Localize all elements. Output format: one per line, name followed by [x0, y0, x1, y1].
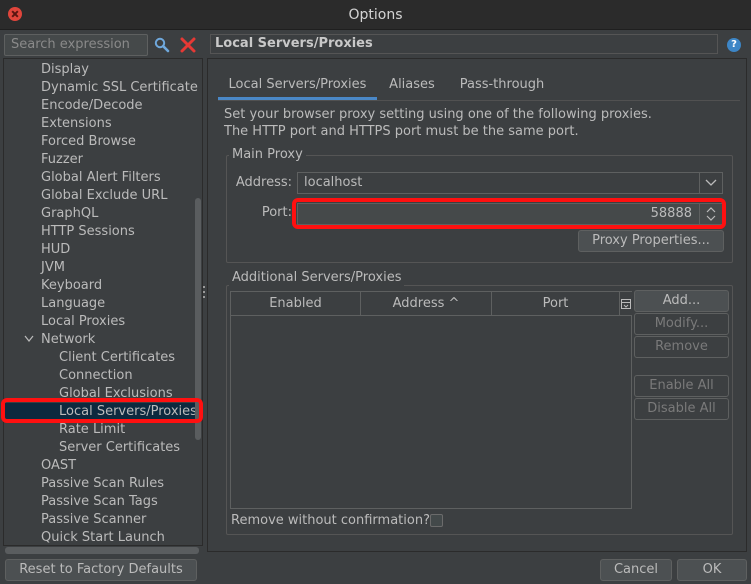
- tab-local-servers-proxies[interactable]: Local Servers/Proxies: [218, 72, 377, 100]
- split-pane-handle[interactable]: [202, 286, 206, 302]
- tree-item[interactable]: Server Certificates: [59, 439, 180, 457]
- port-label: Port:: [261, 205, 292, 220]
- column-chooser-icon[interactable]: [620, 292, 632, 316]
- enable-all-button[interactable]: Enable All: [634, 375, 729, 397]
- tree-item[interactable]: Network: [41, 331, 95, 349]
- tree-item[interactable]: Global Exclude URL: [41, 187, 167, 205]
- options-tree[interactable]: Display Dynamic SSL Certificate Encode/Dec…: [3, 58, 203, 546]
- remove-without-confirmation-checkbox[interactable]: [430, 514, 443, 527]
- window-title: Options: [348, 7, 403, 23]
- expand-chevron-icon[interactable]: [24, 335, 34, 346]
- tree-item[interactable]: HUD: [41, 241, 70, 259]
- tree-item[interactable]: Language: [41, 295, 105, 313]
- tree-item[interactable]: Encode/Decode: [41, 97, 143, 115]
- selected-item-highlight: [1, 398, 203, 423]
- description-line-2: The HTTP port and HTTPS port must be the…: [224, 124, 579, 139]
- address-value: localhost: [304, 175, 363, 190]
- remove-button[interactable]: Remove: [634, 336, 729, 358]
- column-address[interactable]: Address ^: [361, 292, 492, 316]
- address-label: Address:: [235, 175, 292, 190]
- address-combobox[interactable]: localhost: [297, 172, 723, 194]
- tree-horizontal-scrollbar[interactable]: [5, 547, 199, 554]
- tab-divider: [218, 100, 740, 101]
- tree-item[interactable]: Passive Scan Rules: [41, 475, 164, 493]
- tree-item[interactable]: Fuzzer: [41, 151, 83, 169]
- tree-item[interactable]: Global Alert Filters: [41, 169, 161, 187]
- panel-title: Local Servers/Proxies: [210, 34, 718, 54]
- proxy-properties-button[interactable]: Proxy Properties...: [578, 230, 724, 252]
- tab-aliases[interactable]: Aliases: [381, 72, 443, 100]
- reset-to-factory-defaults-button[interactable]: Reset to Factory Defaults: [5, 559, 197, 581]
- tree-item[interactable]: Client Certificates: [59, 349, 175, 367]
- cancel-button[interactable]: Cancel: [600, 559, 672, 581]
- main-proxy-label: Main Proxy: [229, 147, 306, 163]
- add-button[interactable]: Add...: [634, 290, 729, 312]
- tree-item[interactable]: Dynamic SSL Certificate: [41, 79, 198, 97]
- search-input[interactable]: Search expression: [4, 34, 148, 56]
- tree-item[interactable]: Rate Limit: [59, 421, 125, 439]
- tree-item[interactable]: Local Proxies: [41, 313, 125, 331]
- tree-item[interactable]: Passive Scan Tags: [41, 493, 158, 511]
- chevron-down-icon[interactable]: [699, 173, 722, 193]
- tree-item[interactable]: HTTP Sessions: [41, 223, 135, 241]
- description-line-1: Set your browser proxy setting using one…: [224, 107, 652, 122]
- help-icon[interactable]: ?: [727, 38, 741, 52]
- disable-all-button[interactable]: Disable All: [634, 398, 729, 420]
- search-icon[interactable]: [154, 37, 170, 53]
- tree-item[interactable]: GraphQL: [41, 205, 98, 223]
- tree-item[interactable]: Forced Browse: [41, 133, 136, 151]
- port-highlight: [292, 198, 726, 229]
- column-port[interactable]: Port: [492, 292, 620, 316]
- tree-item[interactable]: OAST: [41, 457, 76, 475]
- tree-item[interactable]: Quick Start Launch: [41, 529, 165, 545]
- tree-item[interactable]: Passive Scanner: [41, 511, 146, 529]
- remove-without-confirmation-label: Remove without confirmation?: [231, 513, 430, 528]
- tree-item[interactable]: Display: [41, 61, 89, 79]
- tab-pass-through[interactable]: Pass-through: [449, 72, 555, 100]
- clear-search-icon[interactable]: [180, 37, 196, 53]
- modify-button[interactable]: Modify...: [634, 313, 729, 335]
- servers-table[interactable]: Enabled Address ^ Port: [230, 291, 632, 509]
- tree-item[interactable]: Extensions: [41, 115, 112, 133]
- tree-item[interactable]: Connection: [59, 367, 133, 385]
- column-enabled[interactable]: Enabled: [231, 292, 361, 316]
- tree-item[interactable]: Keyboard: [41, 277, 102, 295]
- tree-item[interactable]: JVM: [41, 259, 65, 277]
- ok-button[interactable]: OK: [677, 559, 747, 581]
- additional-servers-label: Additional Servers/Proxies: [229, 270, 405, 286]
